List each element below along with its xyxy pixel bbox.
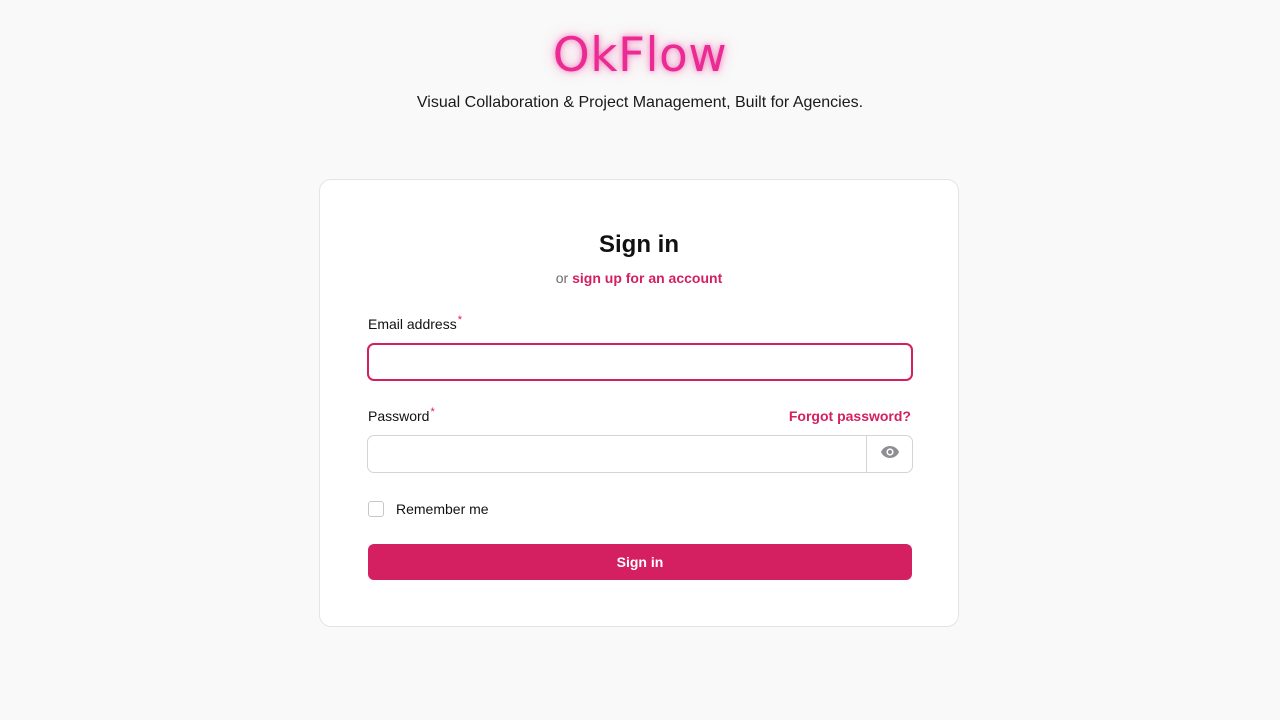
signin-title: Sign in [599, 231, 679, 258]
remember-me-checkbox[interactable] [368, 501, 384, 517]
password-field[interactable] [368, 436, 867, 472]
signin-subtitle: or sign up for an account [320, 269, 958, 287]
password-field-group [367, 435, 913, 473]
show-password-button[interactable] [866, 436, 912, 472]
password-label: Password* [368, 406, 435, 425]
app-tagline: Visual Collaboration & Project Managemen… [416, 94, 864, 111]
app-logo[interactable]: OkFlow [0, 26, 1280, 86]
password-label-text: Password [368, 408, 430, 424]
email-label-text: Email address [368, 316, 457, 332]
forgot-password-link[interactable]: Forgot password? [789, 407, 911, 425]
signup-link[interactable]: sign up for an account [572, 270, 722, 286]
subtitle-prefix: or [555, 270, 569, 286]
email-field[interactable] [367, 343, 913, 381]
required-indicator: * [457, 314, 462, 326]
signin-button[interactable]: Sign in [368, 544, 912, 580]
remember-me-row: Remember me [368, 500, 489, 518]
remember-me-label[interactable]: Remember me [396, 500, 489, 518]
email-label: Email address* [368, 314, 462, 333]
required-indicator: * [430, 406, 435, 418]
login-page: OkFlow Visual Collaboration & Project Ma… [0, 0, 1280, 720]
eye-icon [880, 445, 900, 464]
signin-card: Sign in or sign up for an account Email … [319, 179, 959, 627]
